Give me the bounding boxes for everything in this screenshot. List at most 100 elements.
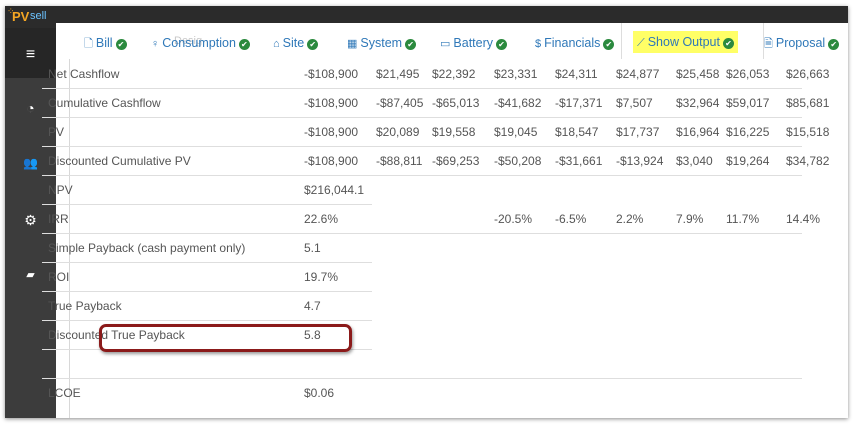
- top-bar: [56, 6, 848, 23]
- check-circle-icon: ✔: [307, 39, 319, 50]
- row-value: -6.5%: [555, 212, 587, 226]
- tab-site[interactable]: ⌂ Site ✔: [273, 23, 319, 59]
- table-row: LCOE $0.06: [42, 378, 802, 407]
- dollar-icon: $: [535, 38, 542, 50]
- wizard-tabs: Desig 🗋 Bill ✔ ♀ Consumption ✔ ⌂ Site ✔ ▦ Syste…: [56, 23, 848, 59]
- check-circle-icon: ✔: [115, 39, 127, 50]
- row-value: -$69,253: [432, 154, 480, 168]
- tab-battery-label: Battery: [453, 36, 494, 50]
- check-circle-icon: ✔: [603, 39, 615, 50]
- bulb-icon: ♀: [151, 38, 160, 50]
- file-icon: 🗋: [84, 38, 93, 50]
- row-label: Discounted Cumulative PV: [48, 154, 191, 168]
- row-value: $26,053: [726, 67, 770, 81]
- table-row: NPV $216,044.1: [42, 175, 802, 204]
- home-icon: ⌂: [273, 38, 280, 50]
- row-value: -$17,371: [555, 96, 603, 110]
- table-row: Simple Payback (cash payment only) 5.1: [42, 233, 802, 262]
- row-value: 2.2%: [616, 212, 644, 226]
- row-label: ROI: [48, 270, 70, 284]
- row-value: $16,225: [726, 125, 770, 139]
- row-value: $59,017: [726, 96, 770, 110]
- tab-show-output-label: Show Output: [647, 35, 720, 49]
- row-value: $85,681: [786, 96, 830, 110]
- row-label: Cumulative Cashflow: [48, 96, 161, 110]
- row-value: $22,392: [432, 67, 476, 81]
- row-value: $15,518: [786, 125, 830, 139]
- table-row: True Payback 4.7: [42, 291, 802, 320]
- row-value: 19.7%: [304, 270, 339, 284]
- table-row: IRR 22.6% -20.5% -6.5% 2.2% 7.9% 11.7% 14.4%: [42, 204, 820, 233]
- row-label: IRR: [48, 212, 69, 226]
- callout-highlight-box: [99, 324, 352, 352]
- row-value: -$41,682: [494, 96, 542, 110]
- row-value: $19,264: [726, 154, 770, 168]
- grid-icon: ▦: [347, 38, 358, 50]
- row-value: -$88,811: [376, 154, 423, 168]
- tab-system[interactable]: ▦ System ✔: [347, 23, 417, 59]
- logo-sell-text: sell: [30, 10, 47, 22]
- row-value: $16,964: [676, 125, 720, 139]
- row-value: $32,964: [676, 96, 720, 110]
- row-value: 5.1: [304, 241, 321, 255]
- tab-site-label: Site: [282, 36, 305, 50]
- check-circle-icon: ✔: [828, 39, 840, 50]
- table-row: Cumulative Cashflow -$108,900 -$87,405 -$65…: [42, 88, 829, 117]
- tab-consumption-label: Consumption: [162, 36, 236, 50]
- row-value: -$87,405: [376, 96, 424, 110]
- table-row: PV -$108,900 $20,089 $19,558 $19,045 $18,547 $…: [42, 117, 829, 146]
- row-label: LCOE: [48, 386, 81, 400]
- check-circle-icon: ✔: [405, 39, 417, 50]
- row-value: $20,089: [376, 125, 420, 139]
- row-value: -$108,900: [304, 67, 359, 81]
- row-label: NPV: [48, 183, 73, 197]
- pdf-icon: 🗎: [764, 38, 773, 50]
- row-value: $25,458: [676, 67, 720, 81]
- row-value: -$31,661: [555, 154, 603, 168]
- pvsell-logo[interactable]: ⁘ PV sell: [5, 6, 56, 28]
- row-value: $34,782: [786, 154, 830, 168]
- check-circle-icon: ✔: [238, 39, 250, 50]
- row-value: $19,045: [494, 125, 538, 139]
- tab-bill-label: Bill: [95, 36, 113, 50]
- row-value: $24,877: [616, 67, 660, 81]
- row-value: $21,495: [376, 67, 420, 81]
- row-value: $17,737: [616, 125, 660, 139]
- row-value: $7,507: [616, 96, 653, 110]
- row-value: 4.7: [304, 299, 321, 313]
- row-value: -20.5%: [494, 212, 533, 226]
- row-value: $24,311: [555, 67, 598, 81]
- chart-line-icon: ⟋: [637, 37, 645, 49]
- logo-pv-text: PV: [12, 9, 30, 24]
- tab-show-output[interactable]: ⟋ Show Output ✔: [633, 31, 738, 53]
- row-value: 11.7%: [726, 212, 760, 226]
- row-value: $26,663: [786, 67, 830, 81]
- row-value: -$13,924: [616, 154, 664, 168]
- tab-system-label: System: [360, 36, 403, 50]
- table-row: [42, 349, 802, 378]
- row-value: -$108,900: [304, 154, 359, 168]
- check-circle-icon: ✔: [722, 38, 734, 49]
- tab-proposal[interactable]: 🗎 Proposal ✔: [764, 23, 840, 59]
- row-value: $3,040: [676, 154, 713, 168]
- row-label: True Payback: [48, 299, 122, 313]
- row-value: 22.6%: [304, 212, 339, 226]
- tab-financials[interactable]: $ Financials ✔: [535, 23, 615, 59]
- row-label: Net Cashflow: [48, 67, 120, 81]
- tab-bill[interactable]: 🗋 Bill ✔: [84, 23, 127, 59]
- row-value: $216,044.1: [304, 183, 365, 197]
- table-row: Discounted Cumulative PV -$108,900 -$88,81…: [42, 146, 829, 175]
- battery-icon: ▭: [440, 38, 451, 50]
- row-value: 14.4%: [786, 212, 821, 226]
- tab-battery[interactable]: ▭ Battery ✔: [440, 23, 508, 59]
- row-value: -$108,900: [304, 125, 359, 139]
- row-value: $19,558: [432, 125, 476, 139]
- row-value: -$108,900: [304, 96, 359, 110]
- table-row: Net Cashflow -$108,900 $21,495 $22,392 $23,3…: [42, 59, 829, 88]
- app-window: ⁘ PV sell ≡ ◔ 👥 ⚙ ▰ Desig 🗋 Bill ✔ ♀ Consum…: [5, 6, 848, 418]
- tab-consumption[interactable]: ♀ Consumption ✔: [151, 23, 250, 59]
- row-value: $18,547: [555, 125, 599, 139]
- tab-proposal-label: Proposal: [775, 36, 826, 50]
- tab-financials-label: Financials: [544, 36, 601, 50]
- row-value: -$50,208: [494, 154, 542, 168]
